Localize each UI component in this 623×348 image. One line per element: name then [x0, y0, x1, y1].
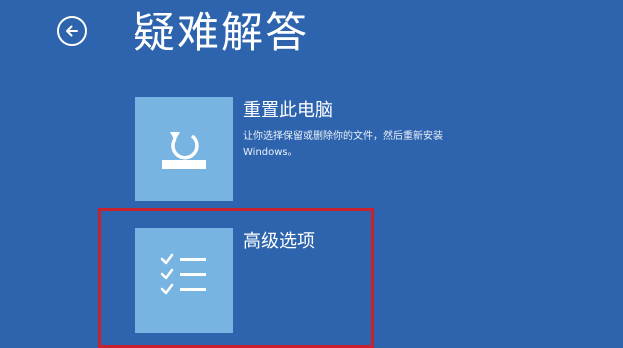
reset-pc-option[interactable]: 重置此电脑 让你选择保留或删除你的文件，然后重新安装 Windows。 — [133, 97, 473, 201]
reset-pc-title: 重置此电脑 — [243, 100, 333, 121]
back-button[interactable] — [57, 16, 87, 46]
back-arrow-icon — [66, 25, 78, 37]
reset-pc-icon — [162, 132, 206, 169]
reset-pc-description: 让你选择保留或删除你的文件，然后重新安装 Windows。 — [243, 131, 443, 158]
advanced-options-title: 高级选项 — [243, 231, 315, 252]
checklist-icon — [160, 253, 206, 295]
reset-pc-tile — [135, 97, 233, 201]
advanced-options-option[interactable]: 高级选项 — [133, 228, 373, 333]
page-title: 疑难解答 — [133, 8, 310, 57]
advanced-options-tile — [135, 228, 233, 333]
